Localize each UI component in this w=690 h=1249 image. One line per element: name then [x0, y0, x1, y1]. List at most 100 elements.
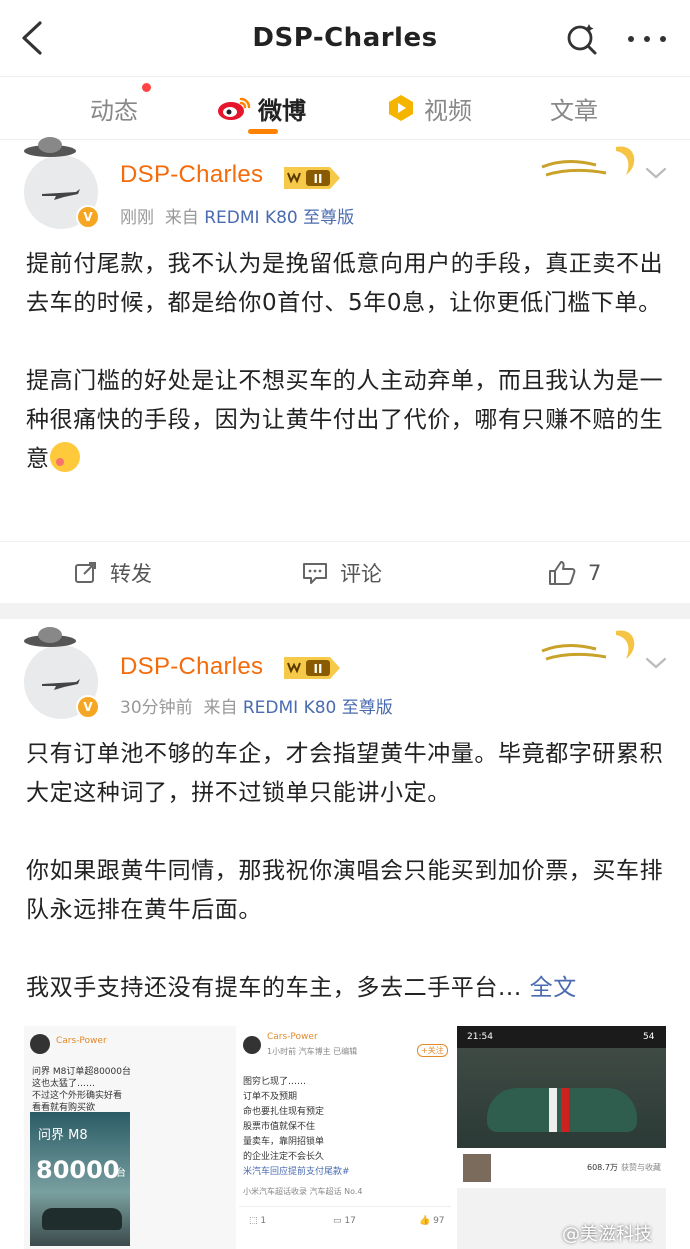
- tab-label: 微博: [258, 96, 306, 125]
- source-prefix: 来自: [164, 208, 199, 228]
- tab-label: 视频: [424, 96, 472, 125]
- airplane-icon: [42, 189, 80, 200]
- post-source[interactable]: REDMI K80 至尊版: [243, 698, 393, 718]
- post-paragraph: 提前付尾款，我不认为是挽留低意向用户的手段，真正卖不出去车的时候，都是给你0首付…: [26, 251, 664, 316]
- avatar[interactable]: V: [24, 627, 100, 719]
- post-meta: 30分钟前 来自 REDMI K80 至尊版: [120, 693, 393, 718]
- classic-car-photo: [457, 1048, 666, 1148]
- thumb-like-count-value: 97: [433, 1216, 445, 1226]
- thumb-username: Cars-Power: [267, 1032, 318, 1042]
- post-image-thumbnail[interactable]: Cars-Power 问界 M8订单超80000台 这也太猛了…… 不过这个外形…: [24, 1026, 236, 1249]
- post-source[interactable]: REDMI K80 至尊版: [204, 208, 354, 228]
- thumb-text-line: 的企业注定不会长久: [243, 1152, 325, 1162]
- tab-dynamic[interactable]: 动态: [90, 77, 151, 139]
- post-paragraph: 你如果跟黄牛同情，那我祝你演唱会只能买到加价票，买车排队永远排在黄牛后面。: [26, 858, 664, 923]
- video-icon: [389, 95, 413, 121]
- thumb-hashtag: 米汽车回应提前支付尾款#: [243, 1167, 350, 1177]
- profile-card: 608.7万 获赞与收藏: [457, 1148, 666, 1188]
- post-content: 只有订单池不够的车企，才会指望黄牛冲量。毕竟都字研累积大定这种词了，拼不过锁单只…: [26, 735, 666, 1008]
- thumb-repost-count-value: 1: [260, 1216, 267, 1226]
- post-time: 刚刚: [120, 208, 154, 228]
- weibo-post: V DSP-Charles II 刚刚 来自 REDMI K80 至尊版 提前付…: [0, 137, 690, 604]
- author-name[interactable]: DSP-Charles: [120, 161, 263, 189]
- avatar[interactable]: V: [24, 137, 100, 229]
- more-dot: [644, 36, 650, 42]
- comment-label: 评论: [340, 562, 382, 586]
- repost-label: 转发: [110, 562, 152, 586]
- profile-stat: 608.7万: [587, 1163, 618, 1172]
- thumb-text-line: 股票市值就保不住: [243, 1122, 316, 1132]
- post-paragraph-text: 我双手支持还没有提车的车主，多去二手平台...: [26, 975, 522, 1001]
- vip-level: II: [314, 172, 323, 186]
- post-paragraph-text: 提高门槛的好处是让不想买车的人主动弃单，而且我认为是一种很痛快的手段，因为让黄牛…: [26, 368, 664, 472]
- blush-emoji-icon: [49, 442, 80, 472]
- blurred-avatar: [463, 1154, 491, 1182]
- full-text-link[interactable]: 全文: [530, 975, 577, 1001]
- avatar: [30, 1034, 50, 1054]
- vip-level: II: [314, 662, 323, 676]
- post-paragraph: 只有订单池不够的车企，才会指望黄牛冲量。毕竟都字研累积大定这种词了，拼不过锁单只…: [26, 741, 664, 806]
- thumb-text-line: 订单不及预期: [243, 1092, 298, 1102]
- banana-card-decoration-icon: [541, 146, 635, 177]
- comment-button[interactable]: 评论: [302, 542, 382, 604]
- post-paragraph-truncated: 我双手支持还没有提车的车主，多去二手平台... 全文: [26, 969, 666, 1008]
- airplane-icon: [42, 679, 80, 690]
- notification-dot: [142, 83, 151, 92]
- car-ad-image: 问界 M8 80000 台: [30, 1112, 130, 1246]
- search-icon[interactable]: [565, 22, 599, 56]
- follow-button: +关注: [417, 1044, 448, 1057]
- watermark: @美滋科技: [562, 1224, 652, 1245]
- tab-video[interactable]: 视频: [386, 77, 472, 139]
- chevron-down-icon[interactable]: [644, 655, 668, 671]
- repost-icon: [75, 562, 96, 583]
- car-stripe: [561, 1088, 569, 1132]
- post-meta: 刚刚 来自 REDMI K80 至尊版: [120, 203, 354, 228]
- post-image-thumbnail[interactable]: Cars-Power 1小时前 汽车博主 已编辑 +关注 图穷匕现了…… 订单不…: [239, 1026, 451, 1249]
- profile-stat-label: 获赞与收藏: [621, 1163, 661, 1172]
- suv-car-shape: [42, 1208, 122, 1230]
- tab-label: 文章: [550, 96, 598, 125]
- order-unit: 台: [116, 1168, 126, 1179]
- ufo-decoration-icon: [24, 137, 76, 157]
- post-content: 提前付尾款，我不认为是挽留低意向用户的手段，真正卖不出去车的时候，都是给你0首付…: [26, 245, 666, 479]
- repost-button[interactable]: 转发: [74, 542, 152, 604]
- ufo-decoration-icon: [24, 627, 76, 647]
- car-stripe: [549, 1088, 557, 1132]
- battery-level: 54: [643, 1032, 655, 1042]
- chevron-down-icon[interactable]: [644, 165, 668, 181]
- thumb-text-line: 量卖车，靠阴招锁单: [243, 1137, 325, 1147]
- verified-badge-icon: V: [76, 695, 100, 719]
- source-prefix: 来自: [203, 698, 238, 718]
- thumb-username: Cars-Power: [56, 1036, 107, 1046]
- top-navigation-bar: DSP-Charles: [0, 0, 690, 76]
- like-button[interactable]: 7: [548, 542, 601, 604]
- thumb-repost-count: ⬚ 1: [249, 1216, 267, 1226]
- thumb-text-line: 图穷匕现了……: [243, 1077, 307, 1087]
- thumb-comment-count-value: 17: [344, 1216, 356, 1226]
- active-tab-indicator: [248, 129, 278, 134]
- page-title: DSP-Charles: [252, 23, 438, 53]
- thumb-meta: 1小时前 汽车博主 已编辑: [267, 1047, 358, 1056]
- comment-icon: [303, 563, 327, 584]
- tab-label: 动态: [90, 96, 138, 125]
- car-brand: 问界 M8: [38, 1128, 88, 1143]
- profile-tabs: 动态 微博 视频 文章: [0, 76, 690, 140]
- weibo-logo-icon: [218, 97, 251, 120]
- post-time: 30分钟前: [120, 698, 193, 718]
- more-dot: [628, 36, 634, 42]
- thumb-comment-count: ▭ 17: [333, 1216, 356, 1226]
- thumb-footer: 小米汽车超话收录 汽车超话 No.4: [243, 1187, 363, 1196]
- more-options-icon[interactable]: [628, 24, 666, 54]
- author-name[interactable]: DSP-Charles: [120, 653, 263, 681]
- phone-time: 21:54: [467, 1032, 493, 1042]
- avatar: [243, 1036, 261, 1054]
- back-arrow-icon[interactable]: [18, 20, 48, 56]
- vip-badge-icon: II: [284, 167, 340, 189]
- more-dot: [660, 36, 666, 42]
- thumbs-up-icon: [549, 561, 576, 585]
- thumb-like-count: 👍 97: [419, 1216, 445, 1226]
- post-separator: [0, 603, 690, 619]
- post-paragraph-with-emoji: 提高门槛的好处是让不想买车的人主动弃单，而且我认为是一种很痛快的手段，因为让黄牛…: [26, 362, 666, 479]
- tab-article[interactable]: 文章: [550, 77, 598, 139]
- post-image-thumbnail[interactable]: 21:54 54 608.7万 获赞与收藏: [457, 1026, 666, 1249]
